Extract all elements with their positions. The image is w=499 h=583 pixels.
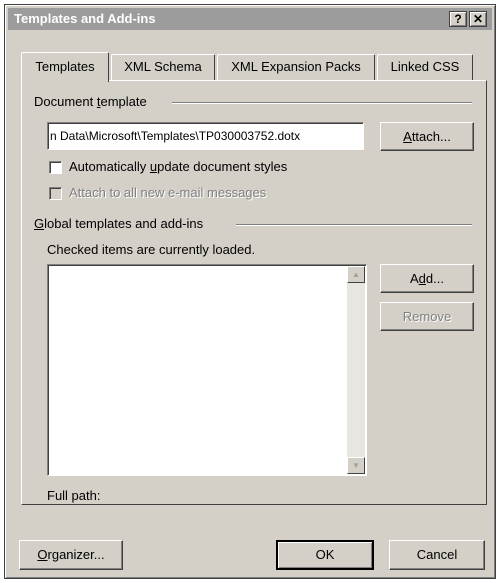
- cancel-button[interactable]: Cancel: [389, 540, 485, 570]
- list-scrollbar[interactable]: ▲ ▼: [347, 266, 365, 474]
- attach-email-label: Attach to all new e-mail messages: [69, 185, 267, 200]
- auto-update-checkbox[interactable]: [49, 161, 62, 174]
- ok-button[interactable]: OK: [276, 540, 374, 570]
- tab-xml-schema[interactable]: XML Schema: [111, 54, 215, 80]
- close-button[interactable]: ✕: [469, 11, 487, 27]
- organizer-button[interactable]: Organizer...: [19, 540, 123, 570]
- window-title: Templates and Add-ins: [14, 11, 156, 26]
- section-divider: [236, 224, 472, 226]
- global-templates-label: Global templates and add-ins: [34, 216, 208, 231]
- attach-button[interactable]: Attach...: [380, 122, 474, 151]
- tab-linked-css[interactable]: Linked CSS: [377, 54, 473, 80]
- scroll-up-button[interactable]: ▲: [347, 266, 365, 283]
- document-template-path-field[interactable]: n Data\Microsoft\Templates\TP030003752.d…: [47, 122, 364, 150]
- document-template-label: Document template: [34, 94, 151, 109]
- tab-templates[interactable]: Templates: [21, 52, 109, 82]
- templates-addins-dialog: Templates and Add-ins ? ✕ Templates XML …: [4, 4, 496, 579]
- title-bar[interactable]: Templates and Add-ins ? ✕: [8, 8, 492, 30]
- global-templates-list[interactable]: ▲ ▼: [47, 264, 367, 476]
- loaded-note: Checked items are currently loaded.: [47, 242, 256, 257]
- scroll-down-button[interactable]: ▼: [347, 457, 365, 474]
- close-icon: ✕: [472, 12, 484, 26]
- section-divider: [172, 102, 472, 104]
- templates-panel: Document template n Data\Microsoft\Templ…: [21, 80, 487, 505]
- auto-update-label: Automatically update document styles: [69, 159, 288, 174]
- tab-strip: Templates XML Schema XML Expansion Packs…: [5, 52, 495, 82]
- attach-email-checkbox[interactable]: [49, 187, 62, 200]
- full-path-label: Full path:: [47, 488, 101, 503]
- tab-xml-expansion-packs[interactable]: XML Expansion Packs: [217, 54, 375, 80]
- remove-button[interactable]: Remove: [380, 302, 474, 331]
- chevron-down-icon: ▼: [352, 461, 360, 470]
- help-button[interactable]: ?: [449, 11, 467, 27]
- add-button[interactable]: Add...: [380, 264, 474, 293]
- chevron-up-icon: ▲: [352, 270, 360, 279]
